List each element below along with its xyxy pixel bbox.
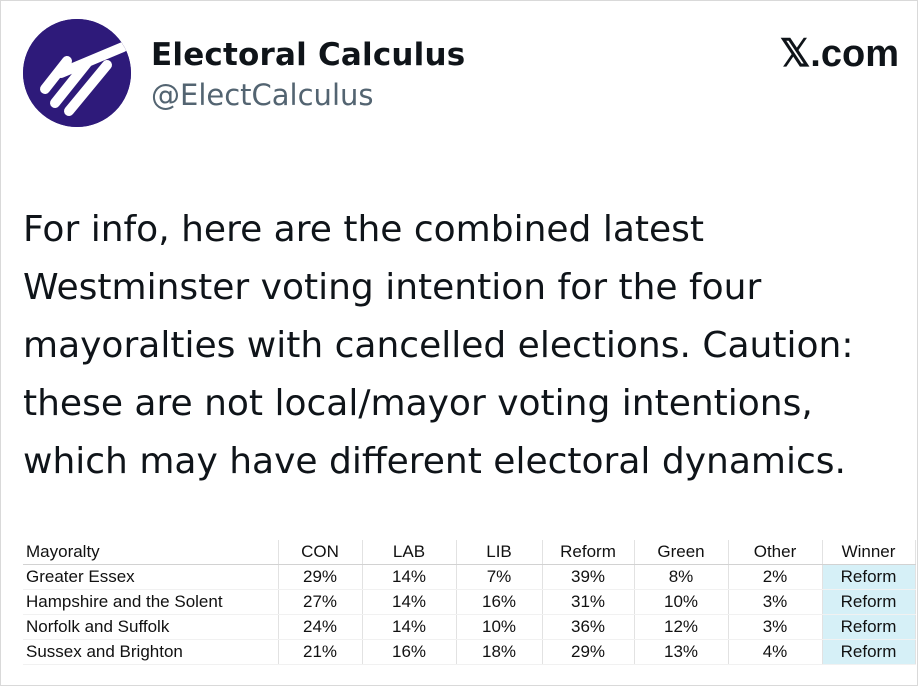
table-cell: 14% (362, 564, 457, 590)
electoral-calculus-logo-icon (23, 19, 131, 127)
table-cell: Sussex and Brighton (23, 639, 279, 665)
column-header: Reform (542, 540, 635, 565)
table-cell: 3% (728, 614, 823, 640)
table-cell: 29% (542, 639, 635, 665)
table-cell: 13% (634, 639, 729, 665)
table-cell: Greater Essex (23, 564, 279, 590)
table-cell: 31% (542, 589, 635, 615)
tweet-text-line: mayoralties with cancelled elections. Ca… (23, 325, 854, 366)
table-cell: 10% (634, 589, 729, 615)
column-header: Winner (822, 540, 916, 565)
table-cell: 14% (362, 614, 457, 640)
user-handle[interactable]: @ElectCalculus (151, 75, 465, 115)
table-row: Hampshire and the Solent 27% 14% 16% 31%… (23, 589, 916, 615)
table-cell: Hampshire and the Solent (23, 589, 279, 615)
voting-intention-table: Mayoralty CON LAB LIB Reform Green Other… (23, 540, 916, 665)
table-cell: 24% (278, 614, 363, 640)
column-header: Other (728, 540, 823, 565)
table-cell: 16% (456, 589, 543, 615)
table-cell: 12% (634, 614, 729, 640)
table-header-row: Mayoralty CON LAB LIB Reform Green Other… (23, 540, 916, 565)
tweet-screenshot: Electoral Calculus @ElectCalculus 𝕏.com … (0, 0, 918, 686)
table-cell: 16% (362, 639, 457, 665)
column-header: LIB (456, 540, 543, 565)
column-header: LAB (362, 540, 457, 565)
table-cell: 3% (728, 589, 823, 615)
table-cell: 4% (728, 639, 823, 665)
table-cell: Norfolk and Suffolk (23, 614, 279, 640)
tweet-text: For info, here are the combined latest W… (23, 201, 903, 491)
tweet-text-line: For info, here are the combined latest (23, 209, 705, 250)
table-cell: 29% (278, 564, 363, 590)
table-row: Sussex and Brighton 21% 16% 18% 29% 13% … (23, 639, 916, 665)
table-row: Norfolk and Suffolk 24% 14% 10% 36% 12% … (23, 614, 916, 640)
column-header: CON (278, 540, 363, 565)
table-cell: 8% (634, 564, 729, 590)
column-header: Mayoralty (23, 540, 279, 565)
winner-cell: Reform (822, 589, 916, 615)
avatar[interactable] (23, 19, 131, 127)
table-cell: 7% (456, 564, 543, 590)
voting-intention-table-image[interactable]: Mayoralty CON LAB LIB Reform Green Other… (23, 540, 916, 666)
table-cell: 10% (456, 614, 543, 640)
table-cell: 21% (278, 639, 363, 665)
table-row: Greater Essex 29% 14% 7% 39% 8% 2% Refor… (23, 564, 916, 590)
tweet-header: Electoral Calculus @ElectCalculus 𝕏.com (23, 19, 903, 129)
column-header: Green (634, 540, 729, 565)
winner-cell: Reform (822, 564, 916, 590)
tweet-text-line: these are not local/mayor voting intenti… (23, 383, 813, 424)
display-name[interactable]: Electoral Calculus (151, 37, 465, 73)
tweet-text-line: Westminster voting intention for the fou… (23, 267, 762, 308)
author-names: Electoral Calculus @ElectCalculus (151, 37, 465, 115)
winner-cell: Reform (822, 614, 916, 640)
x-logo-brand: 𝕏.com (779, 33, 899, 75)
tweet-text-line: which may have different electoral dynam… (23, 441, 846, 482)
table-cell: 14% (362, 589, 457, 615)
winner-cell: Reform (822, 639, 916, 665)
table-cell: 39% (542, 564, 635, 590)
table-cell: 27% (278, 589, 363, 615)
table-cell: 2% (728, 564, 823, 590)
table-cell: 18% (456, 639, 543, 665)
table-cell: 36% (542, 614, 635, 640)
